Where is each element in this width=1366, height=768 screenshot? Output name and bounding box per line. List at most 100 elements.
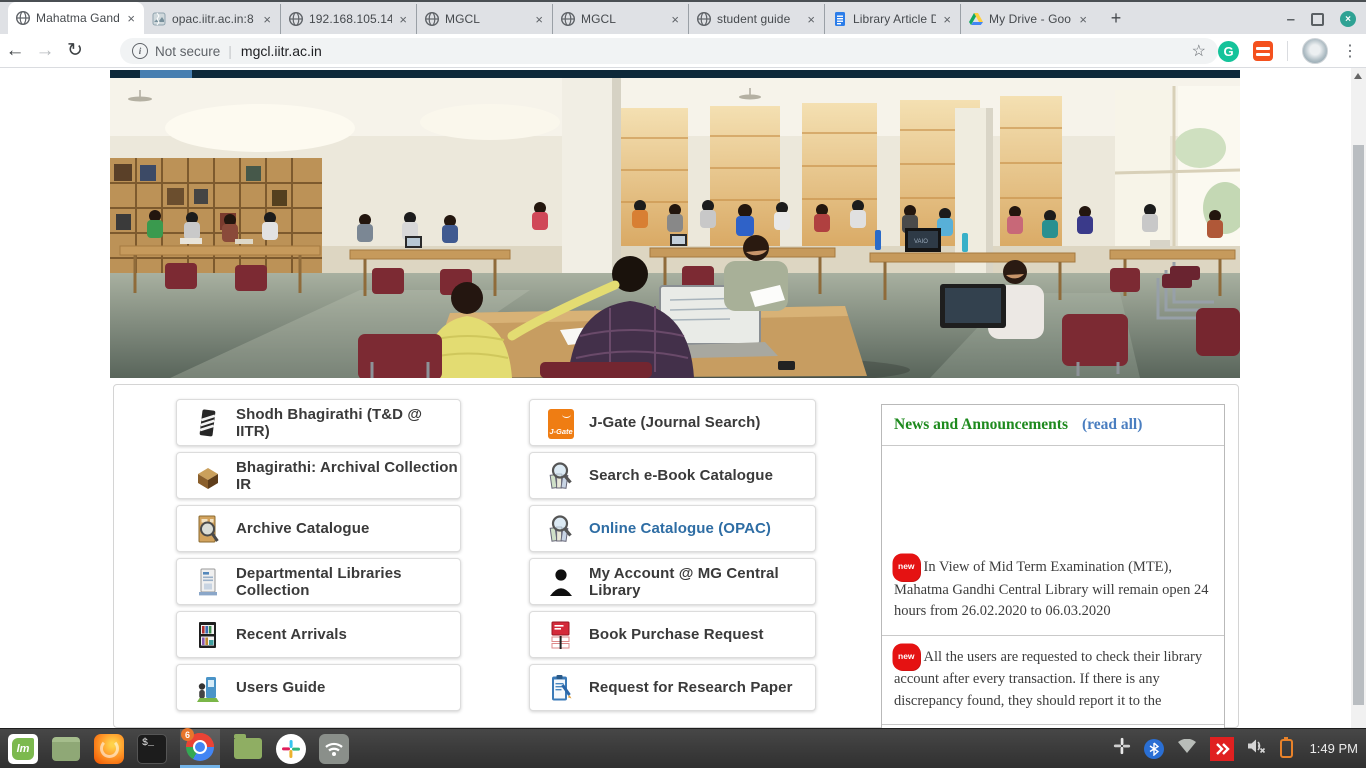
firefox-launcher[interactable] (94, 734, 124, 764)
battery-icon[interactable] (1280, 739, 1293, 758)
news-item-text: In View of Mid Term Examination (MTE), M… (894, 559, 1208, 619)
tab-my-drive[interactable]: My Drive - Goo × (960, 4, 1096, 34)
profile-avatar[interactable] (1302, 38, 1328, 64)
quick-links-panel: Shodh Bhagirathi (T&D @ IITR) Bhagirathi… (113, 384, 1239, 728)
tab-title: Mahatma Gand (36, 11, 120, 25)
grammarly-extension-icon[interactable]: G (1218, 41, 1239, 62)
window-controls: – × (1287, 2, 1356, 36)
webpage-viewport: VAIO (0, 68, 1351, 728)
link-search-ebook-catalogue[interactable]: Search e-Book Catalogue (529, 452, 816, 499)
news-header: News and Announcements (read all) (882, 405, 1224, 446)
restore-button[interactable] (1311, 13, 1324, 26)
taskbar-clock[interactable]: 1:49 PM (1310, 741, 1358, 756)
link-bhagirathi-archival[interactable]: Bhagirathi: Archival Collection IR (176, 452, 461, 499)
link-label: J-Gate (Journal Search) (589, 414, 761, 431)
tab-close-icon[interactable]: × (1077, 13, 1089, 26)
globe-favicon (424, 11, 440, 27)
tab-close-icon[interactable]: × (805, 13, 817, 26)
terminal-launcher[interactable]: $_ (137, 734, 167, 764)
orange-extension-icon[interactable] (1253, 41, 1273, 61)
link-request-research-paper[interactable]: Request for Research Paper (529, 664, 816, 711)
tab-title: MGCL (581, 12, 664, 26)
news-spacer (882, 446, 1224, 546)
red-book-icon (548, 620, 574, 650)
read-all-link[interactable]: (read all) (1082, 416, 1142, 434)
minimize-button[interactable]: – (1287, 12, 1295, 27)
anydesk-icon[interactable] (1210, 737, 1234, 761)
slack-launcher[interactable] (276, 734, 306, 764)
bookshelf-icon (195, 620, 221, 650)
library-rack-icon (195, 567, 221, 597)
globe-favicon (15, 10, 31, 26)
slack-tray-icon[interactable] (1113, 737, 1131, 760)
bookmark-star-icon[interactable]: ☆ (1192, 41, 1206, 61)
toolbar-divider (1287, 41, 1288, 61)
address-separator: | (228, 43, 232, 59)
wifi-signal-icon[interactable] (1177, 739, 1197, 759)
globe-favicon (288, 11, 304, 27)
tab-mgcl-2[interactable]: MGCL × (552, 4, 688, 34)
chrome-notification-badge: 6 (181, 728, 194, 741)
tab-mgcl-1[interactable]: MGCL × (416, 4, 552, 34)
globe-favicon (696, 11, 712, 27)
tab-ip-address[interactable]: 192.168.105.14 × (280, 4, 416, 34)
volume-muted-icon[interactable] (1247, 738, 1267, 759)
page-scrollbar[interactable] (1351, 68, 1366, 728)
link-recent-arrivals[interactable]: Recent Arrivals (176, 611, 461, 658)
link-online-catalogue-opac[interactable]: Online Catalogue (OPAC) (529, 505, 816, 552)
link-label: Departmental Libraries Collection (236, 565, 460, 599)
thesis-stack-icon (195, 408, 221, 438)
bluetooth-icon[interactable] (1144, 739, 1164, 759)
google-docs-favicon (832, 11, 848, 27)
tab-close-icon[interactable]: × (261, 13, 273, 26)
clipboard-pencil-icon (548, 673, 574, 703)
tab-title: Library Article D (853, 12, 936, 26)
link-shodh-bhagirathi[interactable]: Shodh Bhagirathi (T&D @ IITR) (176, 399, 461, 446)
link-label: Request for Research Paper (589, 679, 793, 696)
info-icon[interactable]: i (132, 43, 148, 59)
link-archive-catalogue[interactable]: Archive Catalogue (176, 505, 461, 552)
scrollbar-up-arrow[interactable] (1354, 73, 1362, 79)
url-text: mgcl.iitr.ac.in (241, 43, 322, 59)
tab-opac[interactable]: opac.iitr.ac.in:8 × (144, 4, 280, 34)
tab-library-article[interactable]: Library Article D × (824, 4, 960, 34)
link-label: Bhagirathi: Archival Collection IR (236, 459, 460, 493)
forward-button[interactable]: → (30, 41, 60, 60)
news-title: News and Announcements (894, 416, 1068, 434)
tab-close-icon[interactable]: × (125, 12, 137, 25)
back-button[interactable]: ← (0, 41, 30, 60)
file-manager-launcher[interactable] (233, 734, 263, 764)
tab-title: student guide (717, 12, 800, 26)
kiosk-icon (195, 673, 221, 703)
news-item-text: All the users are requested to check the… (894, 649, 1202, 709)
scrollbar-thumb[interactable] (1353, 145, 1364, 705)
tab-close-icon[interactable]: × (941, 13, 953, 26)
address-bar[interactable]: i Not secure | mgcl.iitr.ac.in ☆ (120, 38, 1218, 64)
mint-menu-button[interactable]: lm (8, 734, 38, 764)
site-navbar-active-item[interactable] (140, 70, 192, 78)
tab-close-icon[interactable]: × (397, 13, 409, 26)
network-launcher[interactable] (319, 734, 349, 764)
tab-close-icon[interactable]: × (669, 13, 681, 26)
tab-close-icon[interactable]: × (533, 13, 545, 26)
link-label: Shodh Bhagirathi (T&D @ IITR) (236, 406, 460, 440)
show-desktop-button[interactable] (51, 734, 81, 764)
tab-mahatma-gandhi-library[interactable]: Mahatma Gand × (8, 2, 144, 34)
svg-text:VAIO: VAIO (914, 239, 928, 245)
link-departmental-libraries[interactable]: Departmental Libraries Collection (176, 558, 461, 605)
link-label: Book Purchase Request (589, 626, 764, 643)
tab-title: 192.168.105.14 (309, 12, 392, 26)
new-tab-button[interactable]: + (1102, 4, 1130, 32)
close-button[interactable]: × (1340, 11, 1356, 27)
chrome-taskbar-item[interactable]: 6 (180, 729, 220, 768)
link-jgate[interactable]: J-Gate J-Gate (Journal Search) (529, 399, 816, 446)
taskbar: lm $_ 6 1:49 PM (0, 728, 1366, 768)
reload-button[interactable]: ↻ (60, 41, 90, 60)
user-icon (548, 567, 574, 597)
google-drive-favicon (968, 11, 984, 27)
chrome-menu-icon[interactable]: ⋮ (1342, 41, 1358, 61)
link-my-account[interactable]: My Account @ MG Central Library (529, 558, 816, 605)
link-book-purchase-request[interactable]: Book Purchase Request (529, 611, 816, 658)
tab-student-guide[interactable]: student guide × (688, 4, 824, 34)
link-users-guide[interactable]: Users Guide (176, 664, 461, 711)
